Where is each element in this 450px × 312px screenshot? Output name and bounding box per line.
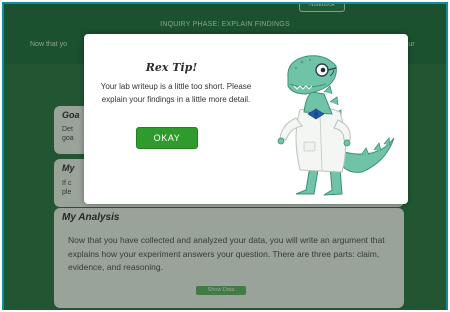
okay-button[interactable]: OKAY <box>136 127 198 149</box>
dinosaur-scientist-icon <box>277 55 395 196</box>
app-frame: Notebook INQUIRY PHASE: EXPLAIN FINDINGS… <box>2 2 448 310</box>
rex-tip-dialog: Rex Tip! Your lab writeup is a little to… <box>84 34 408 204</box>
dialog-message: Your lab writeup is a little too short. … <box>100 82 252 104</box>
dialog-title: Rex Tip! <box>145 61 198 74</box>
